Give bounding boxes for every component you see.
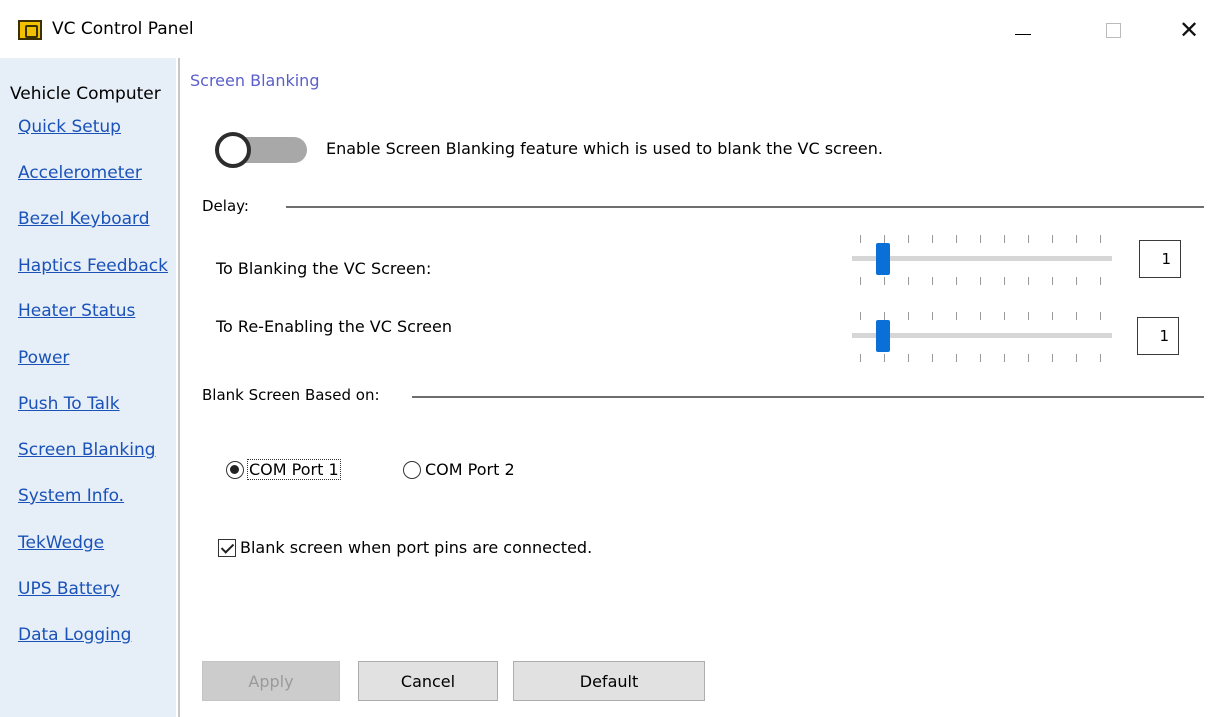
com-port-1-radio[interactable]: COM Port 1 <box>226 459 341 480</box>
sidebar-item-power[interactable]: Power <box>18 348 69 368</box>
cancel-button[interactable]: Cancel <box>358 661 498 701</box>
slider-ticks-top <box>860 235 1110 243</box>
maximize-icon <box>1105 22 1121 38</box>
reenabling-delay-slider[interactable] <box>852 309 1112 365</box>
blank-based-group-label: Blank Screen Based on: <box>202 386 392 404</box>
vc-control-panel-icon <box>18 20 42 40</box>
sidebar: Vehicle Computer Quick Setup Acceleromet… <box>0 58 176 717</box>
slider-ticks-bottom <box>860 277 1110 285</box>
blank-on-pins-checkbox[interactable]: Blank screen when port pins are connecte… <box>218 538 592 557</box>
blank-on-pins-label: Blank screen when port pins are connecte… <box>240 538 593 557</box>
slider-ticks-top <box>860 312 1110 320</box>
slider-thumb[interactable] <box>876 243 890 275</box>
sidebar-item-haptics-feedback[interactable]: Haptics Feedback <box>18 256 168 276</box>
sidebar-divider <box>178 58 180 717</box>
blank-based-divider <box>412 396 1204 398</box>
window-title: VC Control Panel <box>52 19 194 39</box>
slider-thumb[interactable] <box>876 320 890 352</box>
close-icon: ✕ <box>1178 16 1200 44</box>
page-title: Screen Blanking <box>190 71 320 90</box>
sidebar-item-heater-status[interactable]: Heater Status <box>18 301 135 321</box>
com-port-2-radio[interactable]: COM Port 2 <box>403 460 515 479</box>
minimize-button[interactable] <box>1000 10 1046 50</box>
sidebar-item-bezel-keyboard[interactable]: Bezel Keyboard <box>18 209 150 229</box>
sidebar-item-screen-blanking[interactable]: Screen Blanking <box>18 440 156 460</box>
blanking-delay-label: To Blanking the VC Screen: <box>216 259 432 278</box>
sidebar-item-ups-battery[interactable]: UPS Battery <box>18 579 120 599</box>
delay-divider <box>286 206 1204 208</box>
radio-selected-icon <box>226 460 244 479</box>
checkmark-icon <box>218 538 236 557</box>
sidebar-item-tekwedge[interactable]: TekWedge <box>18 533 104 553</box>
sidebar-item-accelerometer[interactable]: Accelerometer <box>18 163 142 183</box>
sidebar-item-push-to-talk[interactable]: Push To Talk <box>18 394 120 414</box>
title-bar: VC Control Panel ✕ <box>0 0 1225 58</box>
delay-group-label: Delay: <box>202 197 261 215</box>
slider-track <box>852 256 1112 261</box>
blanking-delay-slider[interactable] <box>852 232 1112 288</box>
sidebar-heading: Vehicle Computer <box>10 84 161 104</box>
reenabling-delay-value[interactable]: 1 <box>1137 317 1179 355</box>
close-button[interactable]: ✕ <box>1166 10 1212 50</box>
sidebar-item-quick-setup[interactable]: Quick Setup <box>18 117 121 137</box>
radio-unselected-icon <box>403 460 421 479</box>
apply-button[interactable]: Apply <box>202 661 340 701</box>
toggle-knob <box>215 132 251 168</box>
maximize-button[interactable] <box>1090 10 1136 50</box>
sidebar-item-system-info[interactable]: System Info. <box>18 486 124 506</box>
reenabling-delay-label: To Re-Enabling the VC Screen <box>216 317 452 336</box>
com-port-2-label: COM Port 2 <box>425 460 515 479</box>
slider-ticks-bottom <box>860 354 1110 362</box>
minimize-icon <box>1015 33 1031 35</box>
blanking-delay-value[interactable]: 1 <box>1139 240 1181 278</box>
com-port-1-label: COM Port 1 <box>247 459 341 480</box>
sidebar-item-data-logging[interactable]: Data Logging <box>18 625 131 645</box>
enable-toggle-label: Enable Screen Blanking feature which is … <box>326 139 883 158</box>
slider-track <box>852 333 1112 338</box>
enable-screen-blanking-toggle[interactable] <box>215 132 307 168</box>
default-button[interactable]: Default <box>513 661 705 701</box>
